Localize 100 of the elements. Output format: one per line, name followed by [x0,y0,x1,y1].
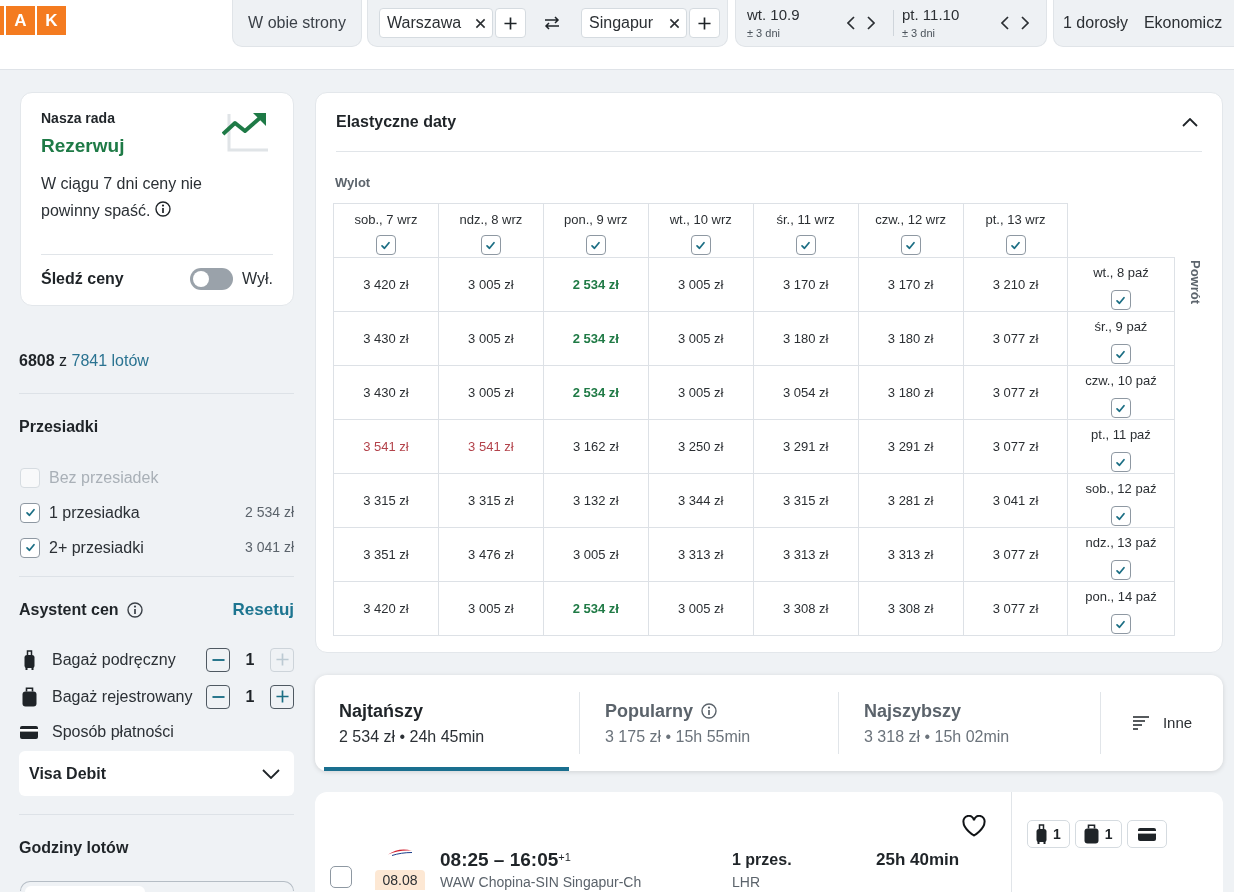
chevron-left-icon[interactable] [1001,16,1009,30]
checkbox[interactable] [1111,506,1131,526]
price-cell[interactable]: 2 534 zł [543,257,649,312]
price-cell[interactable]: 3 281 zł [858,473,964,528]
chevron-down-icon [262,768,280,779]
price-cell[interactable]: 3 180 zł [753,311,859,366]
checkbox[interactable] [900,235,921,255]
heart-icon[interactable] [962,815,986,837]
chevron-up-icon[interactable] [1182,117,1198,127]
chevron-left-icon[interactable] [847,16,855,30]
price-cell[interactable]: 3 313 zł [858,527,964,582]
price-cell[interactable]: 3 077 zł [963,419,1068,474]
sort-tab[interactable]: Najtańszy 2 534 zł • 24h 45min [324,675,569,771]
price-cell[interactable]: 3 005 zł [648,311,754,366]
price-cell[interactable]: 2 534 zł [543,311,649,366]
checkbox[interactable] [690,235,711,255]
checkbox[interactable] [480,235,501,255]
price-cell[interactable]: 3 430 zł [333,311,439,366]
passengers-select[interactable]: 1 dorosły [1063,11,1128,35]
price-cell[interactable]: 3 315 zł [333,473,439,528]
close-icon[interactable] [475,17,486,29]
price-cell[interactable]: 2 534 zł [543,365,649,420]
price-cell[interactable]: 3 180 zł [858,365,964,420]
cabin-class-select[interactable]: Ekonomicz [1143,11,1223,35]
price-cell[interactable]: 3 420 zł [333,581,439,636]
price-cell[interactable]: 3 344 zł [648,473,754,528]
price-cell[interactable]: 3 541 zł [438,419,544,474]
toggle-switch[interactable] [190,268,234,290]
price-cell[interactable]: 3 005 zł [648,257,754,312]
checkbox[interactable] [20,502,40,523]
increase-button[interactable] [270,684,294,709]
price-cell[interactable]: 3 077 zł [963,527,1068,582]
checkbox[interactable] [1111,398,1131,418]
close-icon[interactable] [669,17,680,29]
reset-link[interactable]: Resetuj [232,597,294,623]
info-icon[interactable] [701,703,717,719]
checkbox[interactable] [585,235,606,255]
checkbox[interactable] [1111,290,1131,310]
price-cell[interactable]: 3 077 zł [963,311,1068,366]
checkbox[interactable] [20,537,40,558]
decrease-button[interactable] [206,647,230,672]
price-cell[interactable]: 3 005 zł [648,581,754,636]
price-cell[interactable]: 3 005 zł [543,527,649,582]
price-cell[interactable]: 3 005 zł [438,365,544,420]
info-icon[interactable] [155,201,172,217]
price-cell[interactable]: 3 291 zł [858,419,964,474]
price-cell[interactable]: 3 054 zł [753,365,859,420]
origin-field[interactable]: Warszawa [379,8,493,38]
price-cell[interactable]: 3 005 zł [648,365,754,420]
chevron-right-icon[interactable] [1021,16,1029,30]
price-cell[interactable]: 3 170 zł [858,257,964,312]
price-cell[interactable]: 3 005 zł [438,257,544,312]
destination-field[interactable]: Singapur [581,8,687,38]
price-cell[interactable]: 3 476 zł [438,527,544,582]
info-icon[interactable] [126,602,143,618]
price-cell[interactable]: 3 308 zł [753,581,859,636]
trip-type-select[interactable]: W obie strony [232,0,362,47]
sort-tab[interactable]: Popularny 3 175 zł • 15h 55min [590,675,828,771]
checkbox[interactable] [375,235,396,255]
price-cell[interactable]: 3 132 zł [543,473,649,528]
price-cell[interactable]: 2 534 zł [543,581,649,636]
checkbox[interactable] [1111,560,1131,580]
checkbox[interactable] [1111,344,1131,364]
price-cell[interactable]: 3 315 zł [438,473,544,528]
price-cell[interactable]: 3 162 zł [543,419,649,474]
sort-tab[interactable]: Najszybszy 3 318 zł • 15h 02min [849,675,1090,771]
price-cell[interactable]: 3 315 zł [753,473,859,528]
price-cell[interactable]: 3 420 zł [333,257,439,312]
price-cell[interactable]: 3 077 zł [963,365,1068,420]
price-cell[interactable]: 3 541 zł [333,419,439,474]
checkbox[interactable] [1005,235,1026,255]
more-sort-button[interactable]: Inne [1111,675,1214,771]
all-flights-link[interactable]: 7841 lotów [71,352,149,369]
chevron-right-icon[interactable] [867,16,875,30]
payment-select[interactable]: Visa Debit [19,751,294,796]
add-destination-button[interactable] [689,8,720,38]
checkbox[interactable] [795,235,816,255]
price-cell[interactable]: 3 430 zł [333,365,439,420]
price-cell[interactable]: 3 313 zł [753,527,859,582]
price-cell[interactable]: 3 005 zł [438,581,544,636]
price-cell[interactable]: 3 180 zł [858,311,964,366]
swap-icon[interactable] [544,16,560,30]
price-cell[interactable]: 3 291 zł [753,419,859,474]
price-cell[interactable]: 3 210 zł [963,257,1068,312]
add-origin-button[interactable] [495,8,526,38]
price-cell[interactable]: 3 005 zł [438,311,544,366]
price-cell[interactable]: 3 170 zł [753,257,859,312]
date-field[interactable]: wt. 10.9 ± 3 dni [747,6,847,40]
price-cell[interactable]: 3 313 zł [648,527,754,582]
price-cell[interactable]: 3 250 zł [648,419,754,474]
checkbox[interactable] [1111,614,1131,634]
price-cell[interactable]: 3 041 zł [963,473,1068,528]
decrease-button[interactable] [206,684,230,709]
price-cell[interactable]: 3 351 zł [333,527,439,582]
card-title: Elastyczne daty [336,112,457,132]
price-cell[interactable]: 3 077 zł [963,581,1068,636]
checkbox[interactable] [330,866,352,888]
price-cell[interactable]: 3 308 zł [858,581,964,636]
date-field[interactable]: pt. 11.10 ± 3 dni [902,6,1001,40]
checkbox[interactable] [1111,452,1131,472]
